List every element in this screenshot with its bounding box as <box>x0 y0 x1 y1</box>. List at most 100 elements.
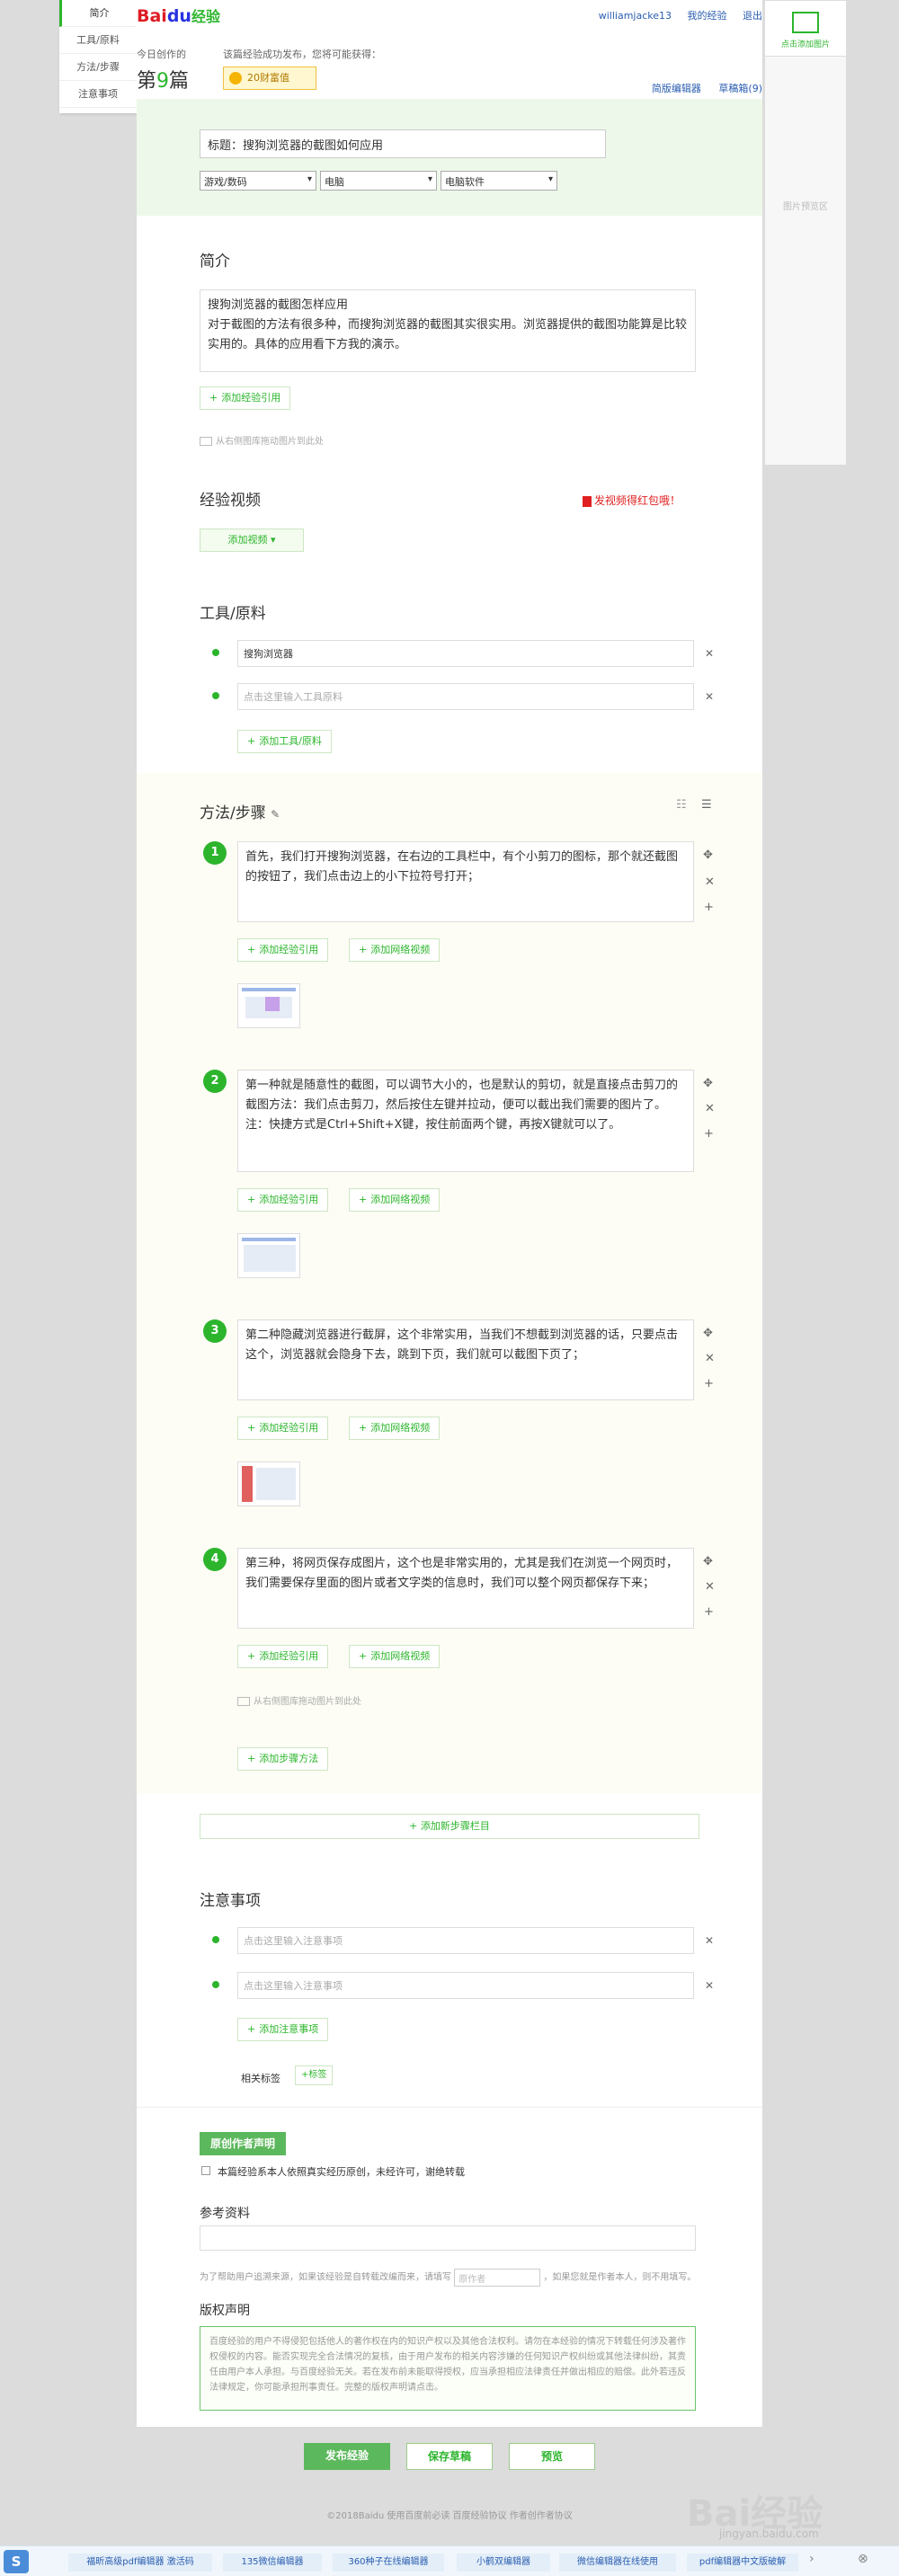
left-section-nav: 简介 工具/原料 方法/步骤 注意事项 <box>59 0 137 113</box>
numbered-list-icon[interactable]: ☰ <box>701 798 712 812</box>
step-4-add-ref-button[interactable]: + 添加经验引用 <box>237 1645 329 1668</box>
step-2-add-ref-button[interactable]: + 添加经验引用 <box>237 1188 329 1212</box>
add-step-below-icon[interactable]: + <box>704 901 714 914</box>
remove-step-icon[interactable]: ✕ <box>705 1102 715 1115</box>
recommend-tag[interactable]: 135微信编辑器 <box>223 2554 322 2572</box>
steps-section: 方法/步骤 ✎ ☷ ☰ 1 首先，我们打开搜狗浏览器，在右边的工具栏中，有个小剪… <box>137 773 762 1793</box>
step-1-add-ref-button[interactable]: + 添加经验引用 <box>237 938 329 962</box>
save-draft-button[interactable]: 保存草稿 <box>406 2443 493 2470</box>
step-4-textarea[interactable]: 第三种，将网页保存成图片，这个也是非常实用的，尤其是我们在浏览一个网页时，我们需… <box>237 1548 694 1629</box>
remove-note-1-icon[interactable]: ✕ <box>705 1934 714 1947</box>
original-checkbox-label: 本篇经验系本人依照真实经历原创，未经许可，谢绝转载 <box>218 2166 465 2178</box>
nav-item-steps[interactable]: 方法/步骤 <box>59 54 137 81</box>
browser-recommend-bar: S 福昕高级pdf编辑器 激活码 135微信编辑器 360种子在线编辑器 小鹤双… <box>0 2545 899 2576</box>
recommend-tag[interactable]: 微信编辑器在线使用 <box>559 2554 676 2572</box>
recommend-tag[interactable]: 360种子在线编辑器 <box>333 2554 444 2572</box>
remove-step-icon[interactable]: ✕ <box>705 1580 715 1594</box>
original-declaration-button[interactable]: 原创作者声明 <box>200 2132 287 2155</box>
drag-handle-icon[interactable]: ✥ <box>703 1555 713 1568</box>
drag-handle-icon[interactable]: ✥ <box>703 1077 713 1090</box>
edit-pencil-icon[interactable]: ✎ <box>271 808 280 821</box>
today-count: 第9篇 <box>137 70 190 93</box>
preview-button[interactable]: 预览 <box>509 2443 595 2470</box>
step-4-add-video-button[interactable]: + 添加网络视频 <box>349 1645 441 1668</box>
step-3-add-ref-button[interactable]: + 添加经验引用 <box>237 1417 329 1440</box>
category-select-3[interactable]: 电脑软件 <box>441 171 557 191</box>
step-1-thumbnail[interactable] <box>237 983 300 1028</box>
steps-heading: 方法/步骤 ✎ <box>200 804 280 822</box>
add-step-below-icon[interactable]: + <box>704 1377 714 1390</box>
logout-link[interactable]: 退出 <box>743 10 762 22</box>
watermark-url: jingyan.baidu.com <box>719 2527 819 2540</box>
remove-tool-2-icon[interactable]: ✕ <box>705 690 714 703</box>
title-section: 标题：搜狗浏览器的截图如何应用 游戏/数码 电脑 电脑软件 <box>137 99 762 216</box>
remove-tool-1-icon[interactable]: ✕ <box>705 647 714 660</box>
remove-step-icon[interactable]: ✕ <box>705 1352 715 1365</box>
add-image-button[interactable]: 点击添加图片 <box>765 1 846 57</box>
add-video-button[interactable]: 添加视频 ▾ <box>200 529 304 552</box>
note-input-2[interactable]: 点击这里输入注意事项 <box>237 1972 694 1999</box>
drafts-link[interactable]: 草稿箱(9) <box>718 83 762 94</box>
publish-button[interactable]: 发布经验 <box>304 2443 390 2470</box>
intro-heading: 简介 <box>200 253 230 271</box>
intro-textarea[interactable]: 搜狗浏览器的截图怎样应用 对于截图的方法有很多种，而搜狗浏览器的截图其实很实用。… <box>200 289 696 372</box>
tools-heading: 工具/原料 <box>200 605 266 623</box>
baidu-jingyan-logo[interactable]: Baidu经验 <box>137 4 220 26</box>
step-1-add-video-button[interactable]: + 添加网络视频 <box>349 938 441 962</box>
add-note-button[interactable]: + 添加注意事项 <box>237 2018 329 2041</box>
original-author-input[interactable]: 原作者 <box>454 2269 541 2287</box>
drag-handle-icon[interactable]: ✥ <box>703 848 713 862</box>
remove-note-2-icon[interactable]: ✕ <box>705 1979 714 1992</box>
note-input-1[interactable]: 点击这里输入注意事项 <box>237 1927 694 1954</box>
video-promo[interactable]: 发视频得红包哦！ <box>583 493 681 508</box>
step-1-textarea[interactable]: 首先，我们打开搜狗浏览器，在右边的工具栏中，有个小剪刀的图标，那个就还截图的按钮… <box>237 841 694 922</box>
tool-bullet <box>212 692 219 699</box>
username-link[interactable]: williamjacke13 <box>599 10 672 22</box>
intro-add-ref-button[interactable]: + 添加经验引用 <box>200 386 291 410</box>
nav-item-notes[interactable]: 注意事项 <box>59 81 137 108</box>
step-drag-note: 从右侧图库拖动图片到此处 <box>237 1693 361 1707</box>
step-2-thumbnail[interactable] <box>237 1233 300 1278</box>
title-input[interactable]: 标题：搜狗浏览器的截图如何应用 <box>200 129 606 158</box>
step-2-add-video-button[interactable]: + 添加网络视频 <box>349 1188 441 1212</box>
tool-input-1[interactable]: 搜狗浏览器 <box>237 640 694 667</box>
today-label: 今日创作的 <box>137 49 186 60</box>
category-select-1[interactable]: 游戏/数码 <box>200 171 316 191</box>
close-icon[interactable]: ⊗ <box>858 2552 868 2566</box>
add-step-below-icon[interactable]: + <box>704 1605 714 1619</box>
step-3-add-video-button[interactable]: + 添加网络视频 <box>349 1417 441 1440</box>
add-step-section-button[interactable]: + 添加新步骤栏目 <box>200 1814 699 1839</box>
add-tag-button[interactable]: +标签 <box>295 2065 334 2085</box>
user-links: williamjacke13 我的经验 退出 <box>586 8 762 22</box>
reward-label: 该篇经验成功发布，您将可能获得： <box>223 49 381 60</box>
simple-editor-link[interactable]: 简版编辑器 <box>652 83 701 94</box>
step-number: 1 <box>203 841 227 865</box>
nav-item-intro[interactable]: 简介 <box>59 0 137 27</box>
video-heading: 经验视频 <box>200 492 261 510</box>
step-2-textarea[interactable]: 第一种就是随意性的截图，可以调节大小的，也是默认的剪切，就是直接点击剪刀的截图方… <box>237 1070 694 1172</box>
tool-input-2[interactable]: 点击这里输入工具原料 <box>237 683 694 710</box>
image-icon <box>200 437 212 446</box>
original-checkbox[interactable] <box>201 2166 210 2175</box>
add-step-button[interactable]: + 添加步骤方法 <box>237 1747 329 1771</box>
sogou-icon[interactable]: S <box>4 2550 29 2573</box>
recommend-tag[interactable]: 福昕高级pdf编辑器 激活码 <box>68 2554 212 2572</box>
nav-item-tools[interactable]: 工具/原料 <box>59 27 137 54</box>
step-3-textarea[interactable]: 第二种隐藏浏览器进行截屏，这个非常实用，当我们不想截到浏览器的话，只要点击这个，… <box>237 1319 694 1400</box>
step-3-thumbnail[interactable] <box>237 1461 300 1506</box>
reference-input[interactable] <box>200 2225 696 2251</box>
my-experience-link[interactable]: 我的经验 <box>688 10 727 22</box>
remove-step-icon[interactable]: ✕ <box>705 875 715 889</box>
next-arrow-icon[interactable]: › <box>809 2552 814 2566</box>
add-tool-button[interactable]: + 添加工具/原料 <box>237 730 332 753</box>
add-step-below-icon[interactable]: + <box>704 1127 714 1141</box>
recommend-tag[interactable]: 小鹤双编辑器 <box>457 2554 550 2572</box>
list-view-icon[interactable]: ☷ <box>676 798 687 812</box>
editor-links: 简版编辑器 草稿箱(9) <box>637 81 762 95</box>
image-panel-hint: 图片预览区 <box>783 202 828 212</box>
tags-label: 相关标签 <box>241 2073 280 2084</box>
step-number: 3 <box>203 1319 227 1343</box>
recommend-tag[interactable]: pdf编辑器中文版破解 <box>687 2554 798 2572</box>
drag-handle-icon[interactable]: ✥ <box>703 1327 713 1340</box>
category-select-2[interactable]: 电脑 <box>320 171 437 191</box>
